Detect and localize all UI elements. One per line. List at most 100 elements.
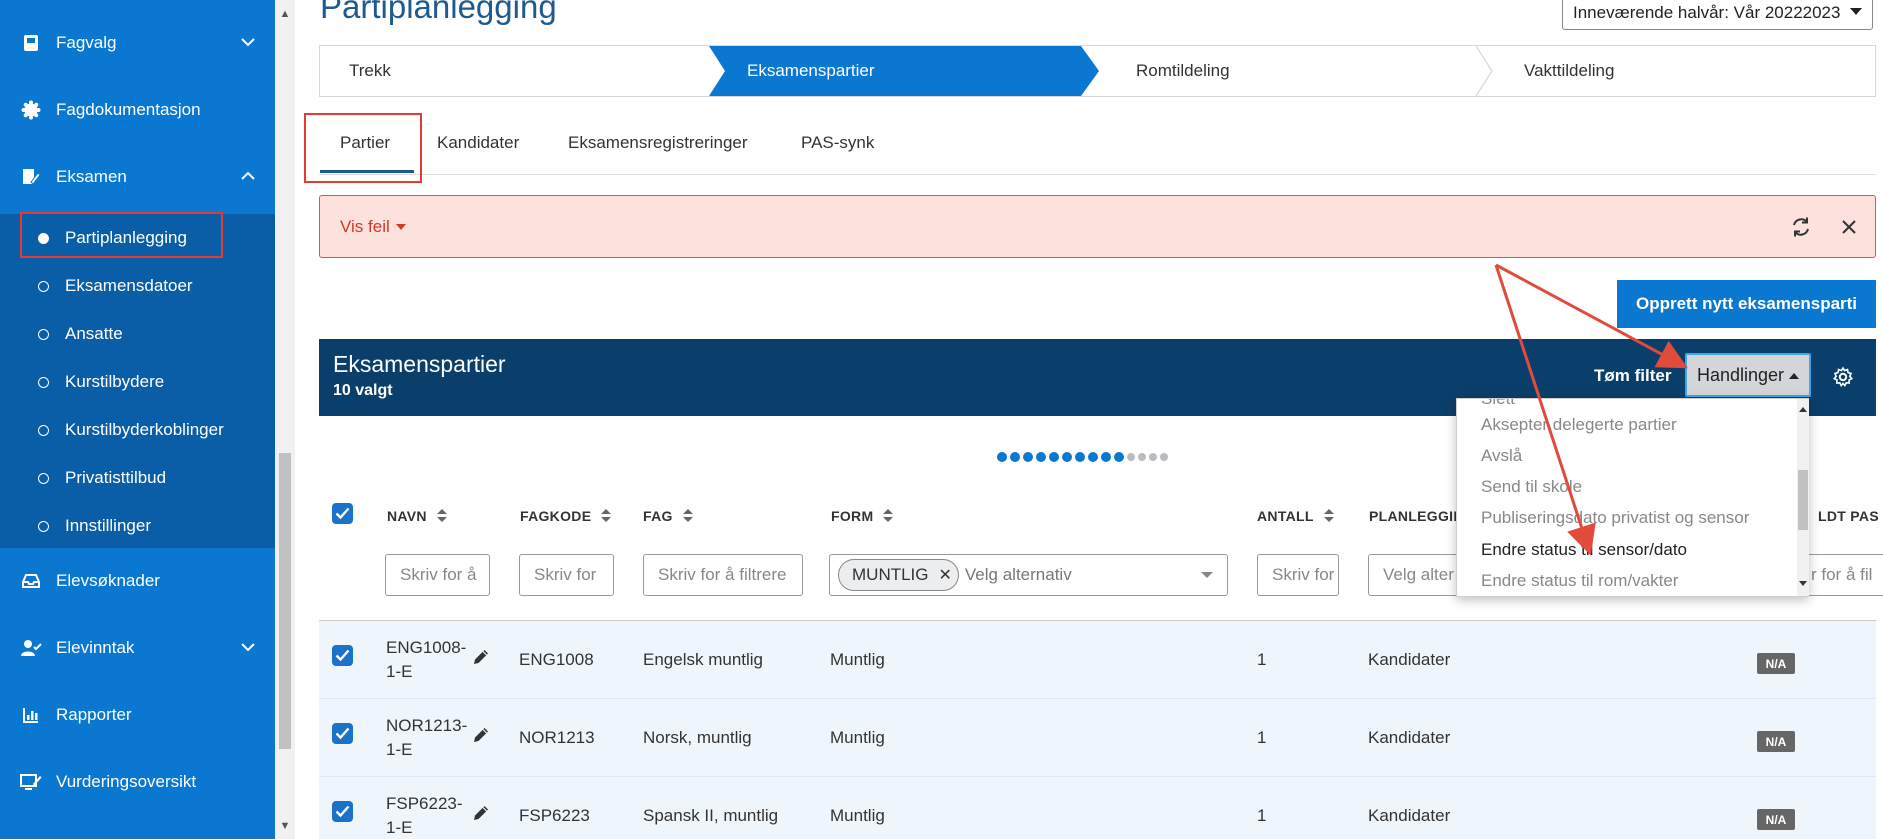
menu-item-endre-status-rom[interactable]: Endre status til rom/vakter [1481,571,1678,591]
remove-chip-icon[interactable]: ✕ [939,565,952,585]
sidebar-item-label: Fagvalg [56,32,117,52]
filter-antall-input[interactable]: Skriv for [1257,554,1339,596]
bullet-icon [38,520,49,532]
cell-fag: Spansk II, muntlig [643,806,779,825]
show-errors-toggle[interactable]: Vis feil [340,217,406,237]
cell-navn: NOR1213-1-E [386,716,468,759]
clear-filter-button[interactable]: Tøm filter [1594,366,1671,386]
step-eksamenspartier[interactable]: Eksamenspartier [747,46,875,96]
pager-dot[interactable] [1036,452,1046,462]
sidebar-item-vurderingsoversikt[interactable]: Vurderingsoversikt [0,748,275,815]
table-row[interactable]: FSP6223-1-E FSP6223 Spansk II, muntlig M… [319,777,1876,839]
filter-pas-input[interactable]: r for å fil [1800,554,1883,596]
scroll-up-arrow-icon[interactable]: ▲ [279,8,291,20]
pager-dot[interactable] [1149,453,1157,461]
page-scrollbar-thumb[interactable] [279,453,291,749]
carousel-pager [997,452,1168,462]
monitor-edit-icon [20,771,42,793]
step-vakttildeling[interactable]: Vakttildeling [1524,46,1614,96]
pager-dot[interactable] [1062,452,1072,462]
refresh-icon[interactable] [1790,216,1812,238]
user-check-icon [20,637,42,659]
pencil-icon[interactable] [471,803,491,823]
menu-item-publiseringsdato[interactable]: Publiseringsdato privatist og sensor [1481,508,1749,528]
sidebar-item-label: Elevinntak [56,637,135,657]
menu-item-aksepter[interactable]: Aksepter delegerte partier [1481,415,1677,435]
sidebar-item-fagdokumentasjon[interactable]: Fagdokumentasjon [0,76,275,143]
menu-item-endre-status-sensor[interactable]: Endre status til sensor/dato [1481,540,1687,560]
pager-dot[interactable] [1023,452,1033,462]
checkmark-icon [335,507,350,520]
dropdown-scrollbar-thumb[interactable] [1798,470,1808,530]
table-title: Eksamenspartier [333,351,506,377]
row-checkbox[interactable] [332,723,353,744]
pager-dot[interactable] [1160,453,1168,461]
filter-form-select[interactable]: MUNTLIG ✕ Velg alternativ [829,554,1228,596]
gear-icon[interactable] [1831,365,1855,389]
pencil-icon[interactable] [471,647,491,667]
select-all-checkbox[interactable] [332,503,353,524]
sidebar-item-eksamen[interactable]: Eksamen [0,143,275,210]
bullet-icon [38,328,49,340]
step-romtildeling[interactable]: Romtildeling [1136,46,1230,96]
dropdown-caret-icon [1201,572,1213,578]
cell-planlegging: Kandidater [1368,806,1451,825]
submenu-item-ansatte[interactable]: Ansatte [0,310,275,358]
close-icon[interactable] [1842,220,1856,234]
cell-planlegging: Kandidater [1368,650,1451,669]
error-banner: Vis feil [319,195,1876,258]
scroll-down-arrow-icon[interactable] [1798,580,1808,588]
pager-dot[interactable] [1127,453,1135,461]
column-header-antall[interactable]: ANTALL [1257,508,1334,524]
pager-dot[interactable] [1138,453,1146,461]
menu-item-send-til-skole[interactable]: Send til skole [1481,477,1582,497]
column-header-form[interactable]: FORM [831,508,894,524]
pager-dot[interactable] [1049,452,1059,462]
create-exam-party-button[interactable]: Opprett nytt eksamensparti [1617,280,1876,328]
filter-fag-input[interactable]: Skriv for å filtrere [643,554,803,596]
pager-dot[interactable] [1101,452,1111,462]
sidebar-item-label: Elevsøknader [56,570,160,590]
row-checkbox[interactable] [332,645,353,666]
filter-fagkode-input[interactable]: Skriv for [519,554,614,596]
column-header-fagkode[interactable]: FAGKODE [520,508,612,524]
actions-button[interactable]: Handlinger [1685,353,1811,397]
step-trekk[interactable]: Trekk [349,46,391,96]
submenu-item-kurstilbydere[interactable]: Kurstilbydere [0,358,275,406]
scroll-down-arrow-icon[interactable]: ▼ [279,820,291,832]
sidebar-item-fagvalg[interactable]: Fagvalg [0,9,275,76]
tab-eksamensregistreringer[interactable]: Eksamensregistreringer [568,133,748,153]
menu-item-slett[interactable]: Slett [1481,399,1515,409]
semester-select[interactable]: Inneværende halvår: Vår 20222023 [1562,0,1873,30]
filter-navn-input[interactable]: Skriv for å [385,554,490,596]
pager-dot[interactable] [1088,452,1098,462]
row-checkbox[interactable] [332,801,353,822]
process-stepper: Trekk Eksamenspartier Romtildeling Vaktt… [319,45,1876,97]
sidebar-item-elevinntak[interactable]: Elevinntak [0,614,275,681]
pencil-icon[interactable] [471,725,491,745]
sidebar-item-elevsoknader[interactable]: Elevsøknader [0,547,275,614]
submenu-item-kurstilbyderkoblinger[interactable]: Kurstilbyderkoblinger [0,406,275,454]
column-header-pas[interactable]: LDT PAS [1818,508,1879,524]
column-header-fag[interactable]: FAG [643,508,693,524]
sidebar-item-label: Vurderingsoversikt [56,771,197,791]
submenu-item-privatisttilbud[interactable]: Privatisttilbud [0,454,275,502]
pager-dot[interactable] [1114,452,1124,462]
table-row[interactable]: ENG1008-1-E ENG1008 Engelsk muntlig Munt… [319,621,1876,699]
pager-dot[interactable] [997,452,1007,462]
pager-dot[interactable] [1010,452,1020,462]
filter-planlegging-select[interactable]: Velg alter [1368,554,1468,596]
submenu-item-innstillinger[interactable]: Innstillinger [0,502,275,550]
scroll-up-arrow-icon[interactable] [1798,405,1808,413]
submenu-item-eksamensdatoer[interactable]: Eksamensdatoer [0,262,275,310]
sidebar-item-rapporter[interactable]: Rapporter [0,681,275,748]
column-header-planlegging[interactable]: PLANLEGGIN [1369,508,1464,524]
pager-dot[interactable] [1075,452,1085,462]
tab-kandidater[interactable]: Kandidater [437,133,519,153]
column-header-navn[interactable]: NAVN [387,508,447,524]
tab-pas-synk[interactable]: PAS-synk [801,133,874,153]
app-root: Fagvalg Fagdokumentasjon Eksamen Partipl… [0,0,1883,839]
table-row[interactable]: NOR1213-1-E NOR1213 Norsk, muntlig Muntl… [319,699,1876,777]
cell-fag: Engelsk muntlig [643,650,764,669]
menu-item-avsla[interactable]: Avslå [1481,446,1522,466]
